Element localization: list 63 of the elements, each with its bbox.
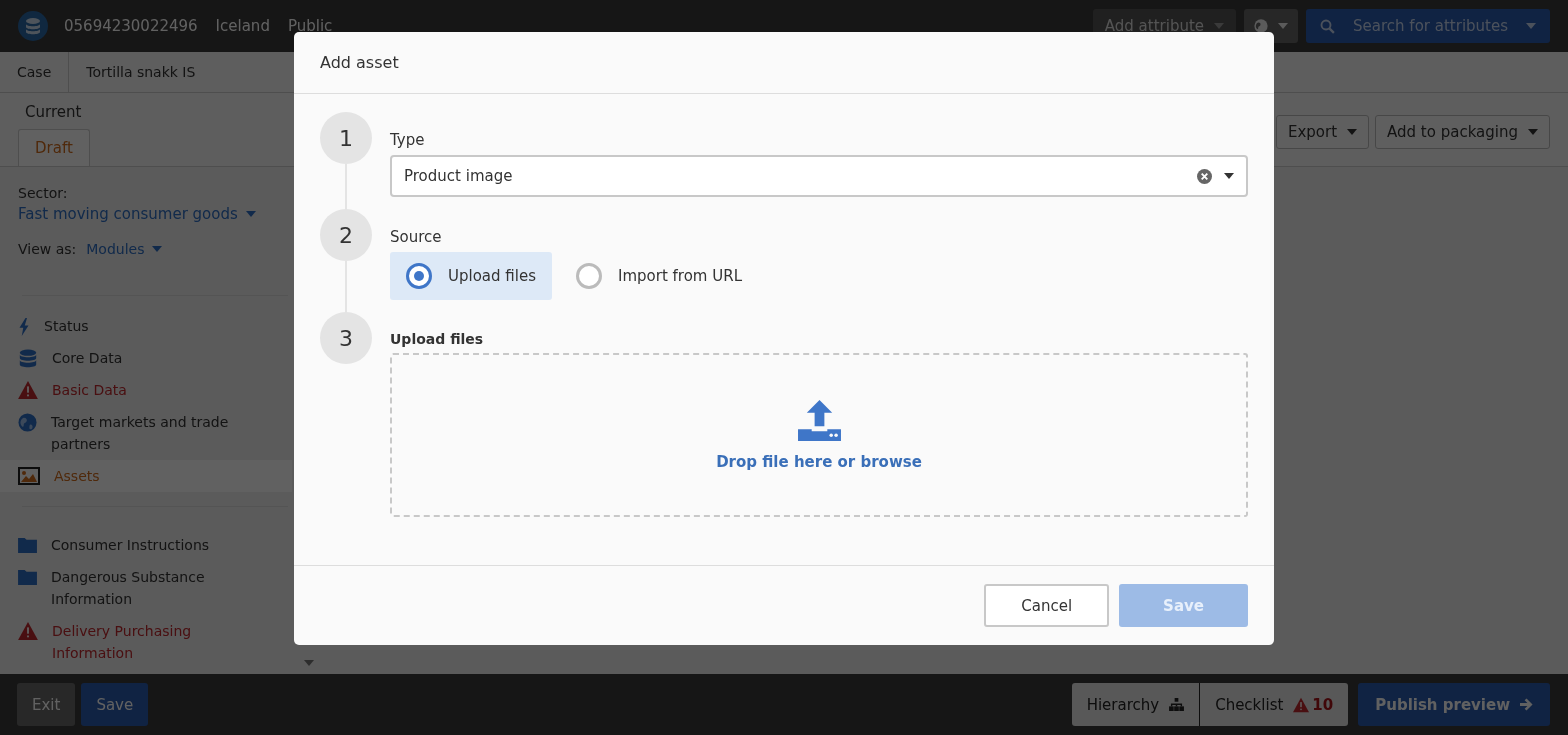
- sidebar-item[interactable]: Dangerous Substance Information: [0, 561, 292, 615]
- version-label: Current: [24, 103, 83, 121]
- lightning-bolt-icon: [18, 317, 30, 337]
- globe-icon: [18, 413, 37, 432]
- step-number: 3: [320, 312, 372, 364]
- checklist-button[interactable]: Checklist 10: [1200, 683, 1349, 726]
- save-button[interactable]: Save: [81, 683, 149, 726]
- sector-label: Sector:: [17, 185, 69, 201]
- clear-icon: [1197, 168, 1212, 184]
- view-as-label: View as:: [18, 241, 77, 257]
- visibility-label: Public: [287, 17, 333, 35]
- sidebar-item[interactable]: Basic Data: [0, 374, 292, 406]
- sector-dropdown[interactable]: Fast moving consumer goods: [0, 205, 292, 223]
- sidebar-item[interactable]: Core Data: [0, 342, 292, 374]
- sidebar-item[interactable]: Assets: [0, 460, 292, 492]
- warning-count: 10: [1312, 695, 1334, 714]
- caret-icon: [1347, 129, 1358, 135]
- sidebar-item[interactable]: Target markets and trade partners: [0, 406, 292, 460]
- toolbar-button[interactable]: Add to packaging: [1375, 115, 1550, 149]
- folder-icon: [18, 536, 37, 553]
- caret-icon: [152, 246, 163, 252]
- warning-icon: [18, 381, 38, 399]
- radio-button[interactable]: [576, 263, 602, 289]
- publish-preview-button[interactable]: Publish preview: [1358, 683, 1550, 726]
- arrow-right-icon: [1520, 698, 1533, 711]
- caret-icon: [304, 660, 314, 666]
- cancel-button[interactable]: Cancel: [984, 584, 1110, 627]
- view-as-dropdown[interactable]: Modules: [86, 241, 163, 257]
- sidebar-item[interactable]: Status: [0, 310, 292, 342]
- radio-option[interactable]: Upload files: [390, 252, 552, 300]
- caret-icon: [1526, 23, 1536, 29]
- hierarchy-icon: [1169, 698, 1185, 711]
- product-code: 05694230022496: [64, 17, 198, 35]
- image-icon: [18, 467, 40, 485]
- step-number: 2: [320, 209, 372, 261]
- caret-icon: [1224, 173, 1234, 179]
- warning-icon: [18, 622, 38, 640]
- search-icon: [1320, 18, 1336, 34]
- file-drop-zone[interactable]: Drop file here or browse: [390, 353, 1248, 517]
- radio-option[interactable]: Import from URL: [560, 252, 758, 300]
- breadcrumb-item[interactable]: Tortilla snakk IS: [69, 52, 213, 92]
- caret-icon: [1278, 23, 1289, 29]
- step-label: Type: [390, 131, 426, 149]
- type-select[interactable]: Product image: [390, 155, 1248, 197]
- caret-icon: [1214, 23, 1225, 29]
- caret-icon: [245, 211, 256, 217]
- database-icon: [18, 349, 38, 369]
- sidebar-item[interactable]: Consumer Instructions: [0, 529, 292, 561]
- market-label: Iceland: [215, 17, 270, 35]
- hierarchy-button[interactable]: Hierarchy: [1071, 683, 1201, 726]
- toolbar-button[interactable]: Export: [1275, 115, 1370, 149]
- upload-icon: [797, 399, 841, 441]
- database-logo-icon: [18, 11, 48, 41]
- step-number: 1: [320, 112, 372, 164]
- step-label: Source: [390, 228, 443, 246]
- radio-button[interactable]: [406, 263, 432, 289]
- caret-icon: [1528, 129, 1538, 135]
- dialog-title: Add asset: [294, 32, 1274, 94]
- breadcrumb-item[interactable]: Case: [0, 52, 70, 92]
- version-tab[interactable]: Draft: [18, 129, 90, 166]
- folder-icon: [18, 568, 37, 585]
- sidebar-item[interactable]: Delivery Purchasing Information: [0, 615, 292, 669]
- step-label: Upload files: [390, 331, 485, 347]
